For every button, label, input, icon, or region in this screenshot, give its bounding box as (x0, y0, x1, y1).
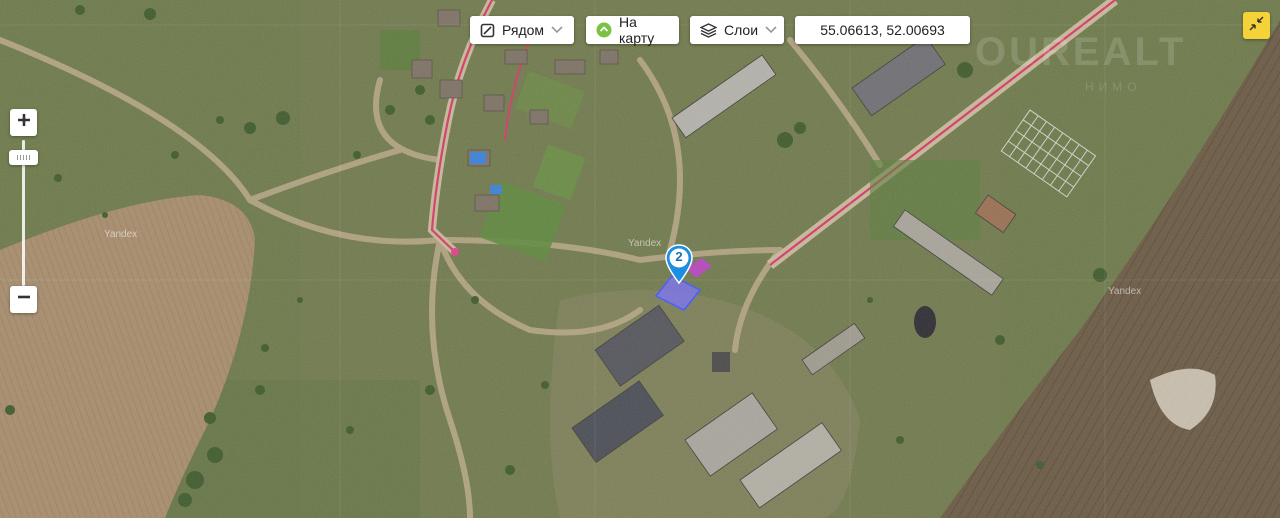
fullscreen-button[interactable] (1243, 12, 1270, 39)
layers-button[interactable]: Слои (690, 16, 784, 44)
chevron-down-icon (765, 26, 777, 34)
to-map-label: На карту (619, 14, 655, 46)
marker-count: 2 (675, 249, 683, 264)
grip-icon (16, 155, 31, 160)
nearby-label: Рядом (502, 22, 545, 38)
brand-watermark: OUREALT (975, 30, 1187, 74)
zoom-out-button[interactable] (10, 286, 37, 313)
yandex-watermark: Yandex (1108, 286, 1142, 297)
brand-watermark-sub: НИМО (1085, 80, 1142, 94)
layers-label: Слои (724, 22, 759, 38)
to-map-button[interactable]: На карту (586, 14, 679, 46)
chevron-down-icon (551, 26, 563, 34)
yandex-watermark: Yandex (628, 238, 662, 249)
yandex-watermark: Yandex (104, 229, 138, 240)
collapse-arrows-icon (1249, 15, 1264, 36)
coordinates-display[interactable]: 55.06613, 52.00693 (795, 16, 970, 44)
minus-icon (17, 290, 31, 309)
map-fold-icon (480, 23, 495, 38)
location-marker[interactable]: 2 (664, 244, 694, 285)
coordinates-value: 55.06613, 52.00693 (820, 22, 945, 38)
zoom-slider-handle[interactable] (9, 150, 38, 165)
satellite-map[interactable] (0, 0, 1280, 518)
green-circle-arrow-icon (596, 22, 612, 38)
zoom-in-button[interactable] (10, 109, 37, 136)
nearby-button[interactable]: Рядом (470, 16, 574, 44)
layers-icon (700, 22, 717, 38)
plus-icon (17, 113, 31, 132)
